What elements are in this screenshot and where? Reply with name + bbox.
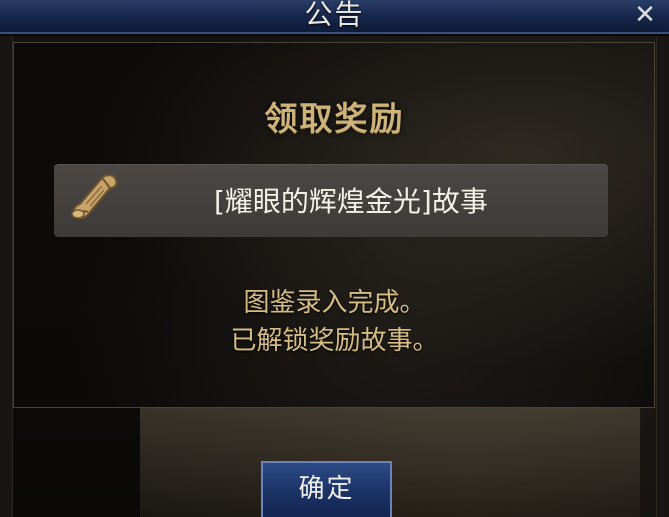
announcement-dialog: 公告 ✕ 领取奖励 [耀眼的辉煌金光]故事 图鉴录入完成。 已解锁奖励故事。 确… [0, 0, 669, 517]
reward-item: [耀眼的辉煌金光]故事 [54, 164, 608, 237]
scroll-icon [62, 168, 124, 230]
message-line-2: 已解锁奖励故事。 [230, 326, 439, 356]
close-button[interactable]: ✕ [631, 0, 659, 30]
title-bar: 公告 ✕ [0, 0, 669, 34]
message-line-1: 图鉴录入完成。 [243, 288, 426, 318]
dialog-title: 公告 [304, 0, 365, 31]
confirm-button[interactable]: 确定 [261, 461, 392, 517]
reward-name: [耀眼的辉煌金光]故事 [214, 185, 488, 218]
reward-heading: 领取奖励 [264, 99, 405, 138]
